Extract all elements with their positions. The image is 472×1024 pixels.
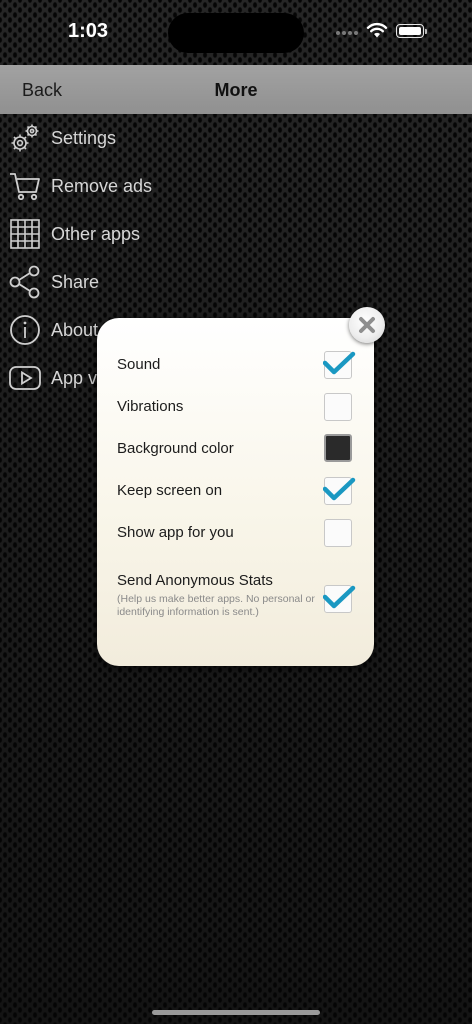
vibrations-option: Vibrations [117,392,354,422]
checkmark-icon [323,585,356,609]
home-indicator [152,1010,320,1015]
close-button[interactable] [349,307,385,343]
checkmark-icon [323,477,356,501]
settings-overlay: Sound Vibrations Background color Keep s… [0,0,472,1024]
show-app-for-you-option: Show app for you [117,518,354,548]
background-color-option: Background color [117,434,354,464]
background-color-swatch[interactable] [324,434,352,462]
option-label: Show app for you [117,524,234,541]
sound-checkbox[interactable] [323,351,356,379]
option-label: Keep screen on [117,482,223,499]
send-anonymous-stats-checkbox[interactable] [323,585,356,613]
send-anonymous-stats-option: Send Anonymous Stats (Help us make bette… [117,572,356,632]
show-app-for-you-checkbox[interactable] [324,519,352,547]
close-icon [359,317,375,333]
settings-dialog: Sound Vibrations Background color Keep s… [97,318,374,666]
option-label: Vibrations [117,398,184,415]
option-label: Background color [117,440,234,457]
vibrations-checkbox[interactable] [324,393,352,421]
checkmark-icon [323,351,356,375]
sound-option: Sound [117,350,356,380]
keep-screen-on-checkbox[interactable] [323,477,356,505]
option-label: Sound [117,356,161,373]
keep-screen-on-option: Keep screen on [117,476,356,506]
option-label: Send Anonymous Stats [117,572,273,589]
option-description: (Help us make better apps. No personal o… [117,593,315,618]
